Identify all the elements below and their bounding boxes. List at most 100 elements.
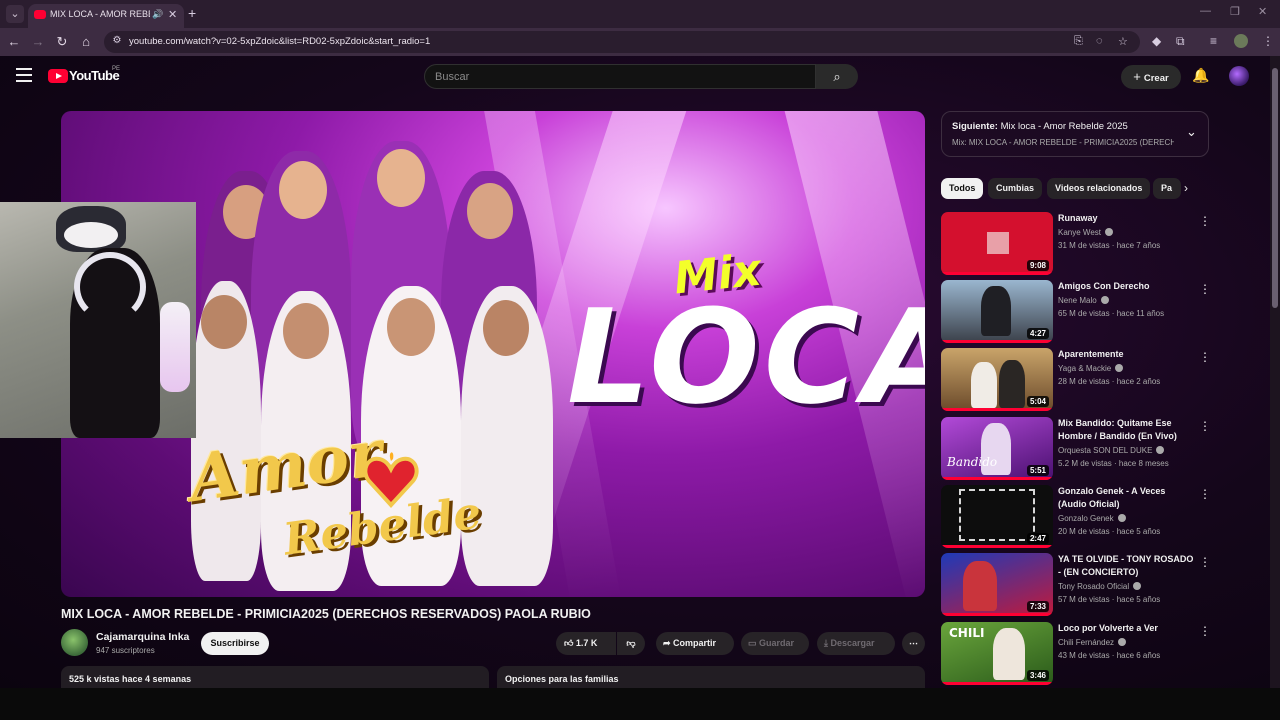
browser-menu-icon[interactable]: ⋮ bbox=[1262, 34, 1274, 48]
rec-channel[interactable]: Yaga & Mackie bbox=[1058, 364, 1124, 373]
rec-channel[interactable]: Gonzalo Genek bbox=[1058, 514, 1126, 523]
rec-channel[interactable]: Nene Malo bbox=[1058, 296, 1109, 305]
maximize-icon[interactable]: ❐ bbox=[1230, 5, 1240, 18]
rec-title[interactable]: Loco por Volverte a Ver bbox=[1058, 622, 1196, 635]
site-info-icon[interactable]: ⚙ bbox=[110, 35, 124, 49]
subscribe-button[interactable]: Suscribirse bbox=[201, 632, 269, 655]
tab-search-icon[interactable]: ⌄ bbox=[6, 5, 24, 23]
thumbs-down-icon: 👎︎ bbox=[626, 638, 636, 648]
minimize-icon[interactable]: — bbox=[1200, 5, 1211, 17]
download-button[interactable]: ⤓ Descargar bbox=[817, 632, 895, 655]
extension-diamond-icon[interactable]: ◆ bbox=[1152, 34, 1161, 48]
search-icon: ⌕ bbox=[833, 69, 841, 84]
url-text[interactable]: youtube.com/watch?v=02-5xpZdoic&list=RD0… bbox=[129, 36, 430, 47]
rec-meta: 65 M de vistas · hace 11 años bbox=[1058, 309, 1165, 318]
watch-progress bbox=[941, 408, 1053, 411]
browser-toolbar: ← → ↻ ⌂ ⚙ youtube.com/watch?v=02-5xpZdoi… bbox=[0, 28, 1280, 56]
new-tab-icon[interactable]: + bbox=[188, 5, 196, 21]
search-button[interactable]: ⌕ bbox=[816, 64, 858, 89]
microphone-icon bbox=[160, 302, 190, 392]
more-options-icon[interactable]: ⋮ bbox=[1199, 555, 1211, 569]
rec-meta: 31 M de vistas · hace 7 años bbox=[1058, 241, 1161, 250]
rec-meta: 20 M de vistas · hace 5 años bbox=[1058, 527, 1161, 536]
recommendation-item[interactable]: 4:27 Amigos Con Derecho Nene Malo 65 M d… bbox=[941, 280, 1211, 343]
youtube-logo[interactable]: YouTube bbox=[48, 68, 120, 84]
more-options-icon[interactable]: ⋮ bbox=[1199, 282, 1211, 296]
reading-list-icon[interactable]: ≡ bbox=[1210, 34, 1217, 48]
recommendation-item[interactable]: 2:47 Gonzalo Genek - A Veces (Audio Ofic… bbox=[941, 485, 1211, 548]
more-options-icon[interactable]: ⋮ bbox=[1199, 487, 1211, 501]
more-options-icon[interactable]: ⋮ bbox=[1199, 350, 1211, 364]
search-box[interactable] bbox=[424, 64, 816, 89]
address-bar[interactable]: ⚙ youtube.com/watch?v=02-5xpZdoic&list=R… bbox=[104, 31, 1140, 53]
video-thumbnail[interactable]: Bandido 5:51 bbox=[941, 417, 1053, 480]
account-avatar[interactable] bbox=[1229, 66, 1249, 86]
notifications-bell-icon[interactable]: 🔔 bbox=[1192, 67, 1209, 84]
rec-channel[interactable]: Orquesta SON DEL DUKE bbox=[1058, 446, 1165, 455]
rec-title[interactable]: Gonzalo Genek - A Veces (Audio Oficial) bbox=[1058, 485, 1196, 511]
rec-title[interactable]: Runaway bbox=[1058, 212, 1196, 225]
audio-playing-icon[interactable]: 🔊 bbox=[152, 9, 163, 20]
video-thumbnail[interactable]: 9:08 bbox=[941, 212, 1053, 275]
chevron-right-icon[interactable]: › bbox=[1184, 181, 1188, 195]
rec-channel-name: Orquesta SON DEL DUKE bbox=[1058, 446, 1153, 455]
extensions-puzzle-icon[interactable]: ⧉ bbox=[1176, 34, 1185, 49]
more-options-icon[interactable]: ⋮ bbox=[1199, 624, 1211, 638]
rec-title[interactable]: Amigos Con Derecho bbox=[1058, 280, 1196, 293]
create-label: Crear bbox=[1143, 73, 1169, 84]
chevron-down-icon[interactable]: ⌄ bbox=[1186, 124, 1197, 140]
browser-tab[interactable]: MIX LOCA - AMOR REBELDE 🔊 ✕ bbox=[28, 4, 184, 28]
chip-videos-relacionados[interactable]: Videos relacionados bbox=[1047, 178, 1151, 199]
bookmark-star-icon[interactable]: ☆ bbox=[1118, 35, 1128, 48]
more-actions-icon[interactable]: ⋯ bbox=[902, 632, 925, 655]
profile-avatar[interactable] bbox=[1234, 34, 1248, 48]
guide-menu-icon[interactable] bbox=[16, 68, 32, 82]
subscriber-count: 947 suscriptores bbox=[96, 646, 155, 655]
rec-channel[interactable]: Tony Rosado Oficial bbox=[1058, 582, 1142, 591]
recommendation-item[interactable]: 5:04 Aparentemente Yaga & Mackie 28 M de… bbox=[941, 348, 1211, 411]
video-thumbnail[interactable]: CHILI 3:46 bbox=[941, 622, 1053, 685]
close-tab-icon[interactable]: ✕ bbox=[168, 8, 177, 21]
video-thumbnail[interactable]: 4:27 bbox=[941, 280, 1053, 343]
rec-channel[interactable]: Kanye West bbox=[1058, 228, 1113, 237]
recommendation-item[interactable]: 9:08 Runaway Kanye West 31 M de vistas ·… bbox=[941, 212, 1211, 275]
scrollbar-thumb[interactable] bbox=[1272, 68, 1278, 308]
share-button[interactable]: ➦ Compartir bbox=[656, 632, 734, 655]
plush-face bbox=[64, 222, 118, 248]
recommendation-item[interactable]: 7:33 YA TE OLVIDE - TONY ROSADO - (EN CO… bbox=[941, 553, 1211, 616]
chip-todos[interactable]: Todos bbox=[941, 178, 984, 199]
recommendation-item[interactable]: CHILI 3:46 Loco por Volverte a Ver Chili… bbox=[941, 622, 1211, 685]
reload-icon[interactable]: ↻ bbox=[54, 34, 70, 50]
video-thumbnail[interactable]: 2:47 bbox=[941, 485, 1053, 548]
video-thumbnail[interactable]: 5:04 bbox=[941, 348, 1053, 411]
mix-playlist-panel[interactable]: Siguiente: Mix loca - Amor Rebelde 2025 … bbox=[941, 111, 1209, 157]
rec-channel-name: Yaga & Mackie bbox=[1058, 364, 1112, 373]
rec-title[interactable]: Mix Bandido: Quitame Ese Hombre / Bandid… bbox=[1058, 417, 1196, 443]
video-thumbnail[interactable]: 7:33 bbox=[941, 553, 1053, 616]
family-options-box[interactable]: Opciones para las familias bbox=[497, 666, 925, 688]
like-button[interactable]: 👍︎ 1.7 K bbox=[556, 632, 616, 655]
more-options-icon[interactable]: ⋮ bbox=[1199, 214, 1211, 228]
forward-icon[interactable]: → bbox=[30, 34, 46, 49]
chip-cumbias[interactable]: Cumbias bbox=[988, 178, 1043, 199]
dislike-button[interactable]: 👎︎ bbox=[617, 632, 645, 655]
close-window-icon[interactable]: ✕ bbox=[1258, 5, 1267, 18]
create-button[interactable]: + Crear bbox=[1121, 65, 1181, 89]
search-input[interactable] bbox=[435, 69, 795, 85]
rec-title[interactable]: Aparentemente bbox=[1058, 348, 1196, 361]
taskbar bbox=[0, 688, 1280, 720]
rec-channel[interactable]: Chili Fernández bbox=[1058, 638, 1127, 647]
save-button[interactable]: ▭ Guardar bbox=[741, 632, 809, 655]
home-icon[interactable]: ⌂ bbox=[78, 34, 94, 49]
channel-avatar[interactable] bbox=[61, 629, 88, 656]
page-scrollbar[interactable] bbox=[1270, 56, 1280, 688]
description-box[interactable]: 525 k vistas hace 4 semanas bbox=[61, 666, 489, 688]
more-options-icon[interactable]: ⋮ bbox=[1199, 419, 1211, 433]
recommendation-item[interactable]: Bandido 5:51 Mix Bandido: Quitame Ese Ho… bbox=[941, 417, 1211, 480]
back-icon[interactable]: ← bbox=[6, 34, 22, 49]
chip-partial[interactable]: Pa bbox=[1153, 178, 1181, 199]
install-app-icon[interactable]: ⎘ bbox=[1074, 35, 1083, 48]
channel-name[interactable]: Cajamarquina Inka bbox=[96, 631, 189, 643]
rec-title[interactable]: YA TE OLVIDE - TONY ROSADO - (EN CONCIER… bbox=[1058, 553, 1196, 579]
eye-off-icon[interactable]: ◌ bbox=[1096, 35, 1103, 47]
